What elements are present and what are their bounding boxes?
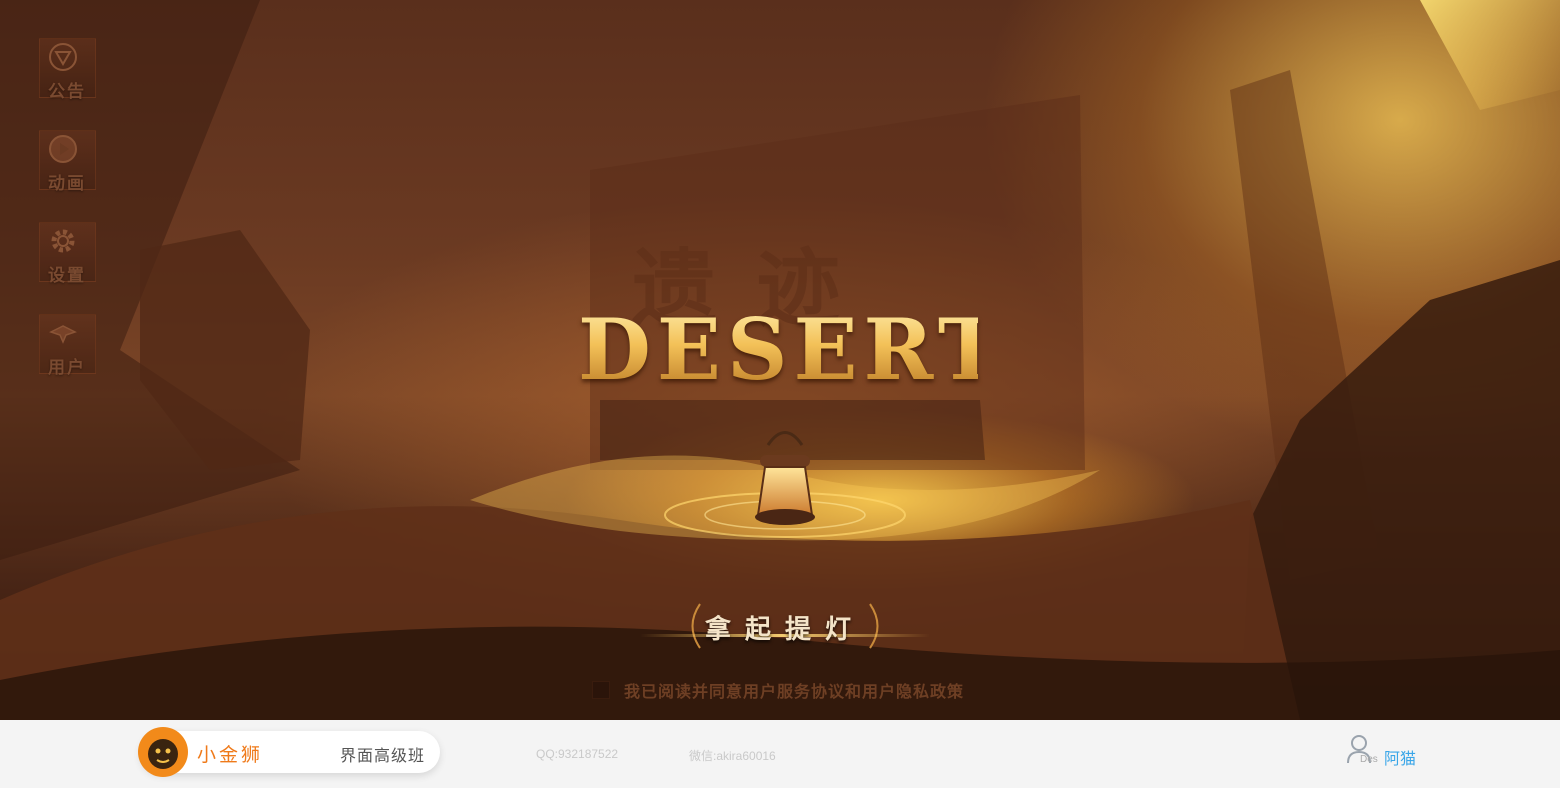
side-item-label: 公告 xyxy=(48,82,86,102)
side-item-announcement[interactable]: 公告 xyxy=(38,38,96,102)
gear-icon xyxy=(48,226,84,262)
brand-name: 小金狮 xyxy=(197,745,264,766)
lion-avatar xyxy=(138,727,188,777)
user-profile[interactable]: Des 阿猫 xyxy=(1346,734,1426,774)
side-item-animation[interactable]: 动画 xyxy=(38,130,96,194)
side-item-label: 设置 xyxy=(48,266,86,286)
footer-bar: 小金狮 界面高级班 QQ:932187522 微信:akira60016 Des… xyxy=(0,720,1560,788)
wechat-contact: 微信:akira60016 xyxy=(689,749,776,763)
course-name: 界面高级班 xyxy=(340,748,426,765)
qq-contact: QQ:932187522 xyxy=(536,747,619,761)
game-scene: 公告 动画 设置 用户 遗迹 DESERT 拿起提灯 我已阅读并同意用户服务协议… xyxy=(0,0,1560,720)
side-item-label: 用户 xyxy=(48,358,86,378)
triangle-emblem-icon xyxy=(48,42,84,78)
game-title: DESERT xyxy=(578,300,1007,399)
start-button-label: 拿起提灯 xyxy=(704,615,865,645)
side-item-label: 动画 xyxy=(48,174,86,194)
side-item-settings[interactable]: 设置 xyxy=(38,222,96,286)
moth-icon xyxy=(48,318,84,354)
start-button[interactable]: 拿起提灯 xyxy=(640,598,930,654)
play-icon xyxy=(48,134,84,170)
agreement-text[interactable]: 我已阅读并同意用户服务协议和用户隐私政策 xyxy=(624,678,964,702)
user-name: 阿猫 xyxy=(1384,751,1417,768)
side-item-user[interactable]: 用户 xyxy=(38,314,96,378)
brand-pill: 小金狮 界面高级班 xyxy=(138,727,440,777)
agreement-row: 我已阅读并同意用户服务协议和用户隐私政策 xyxy=(592,678,964,702)
user-tag: Des xyxy=(1360,754,1378,765)
agreement-checkbox[interactable] xyxy=(592,681,610,699)
side-menu: 公告 动画 设置 用户 xyxy=(38,38,98,378)
